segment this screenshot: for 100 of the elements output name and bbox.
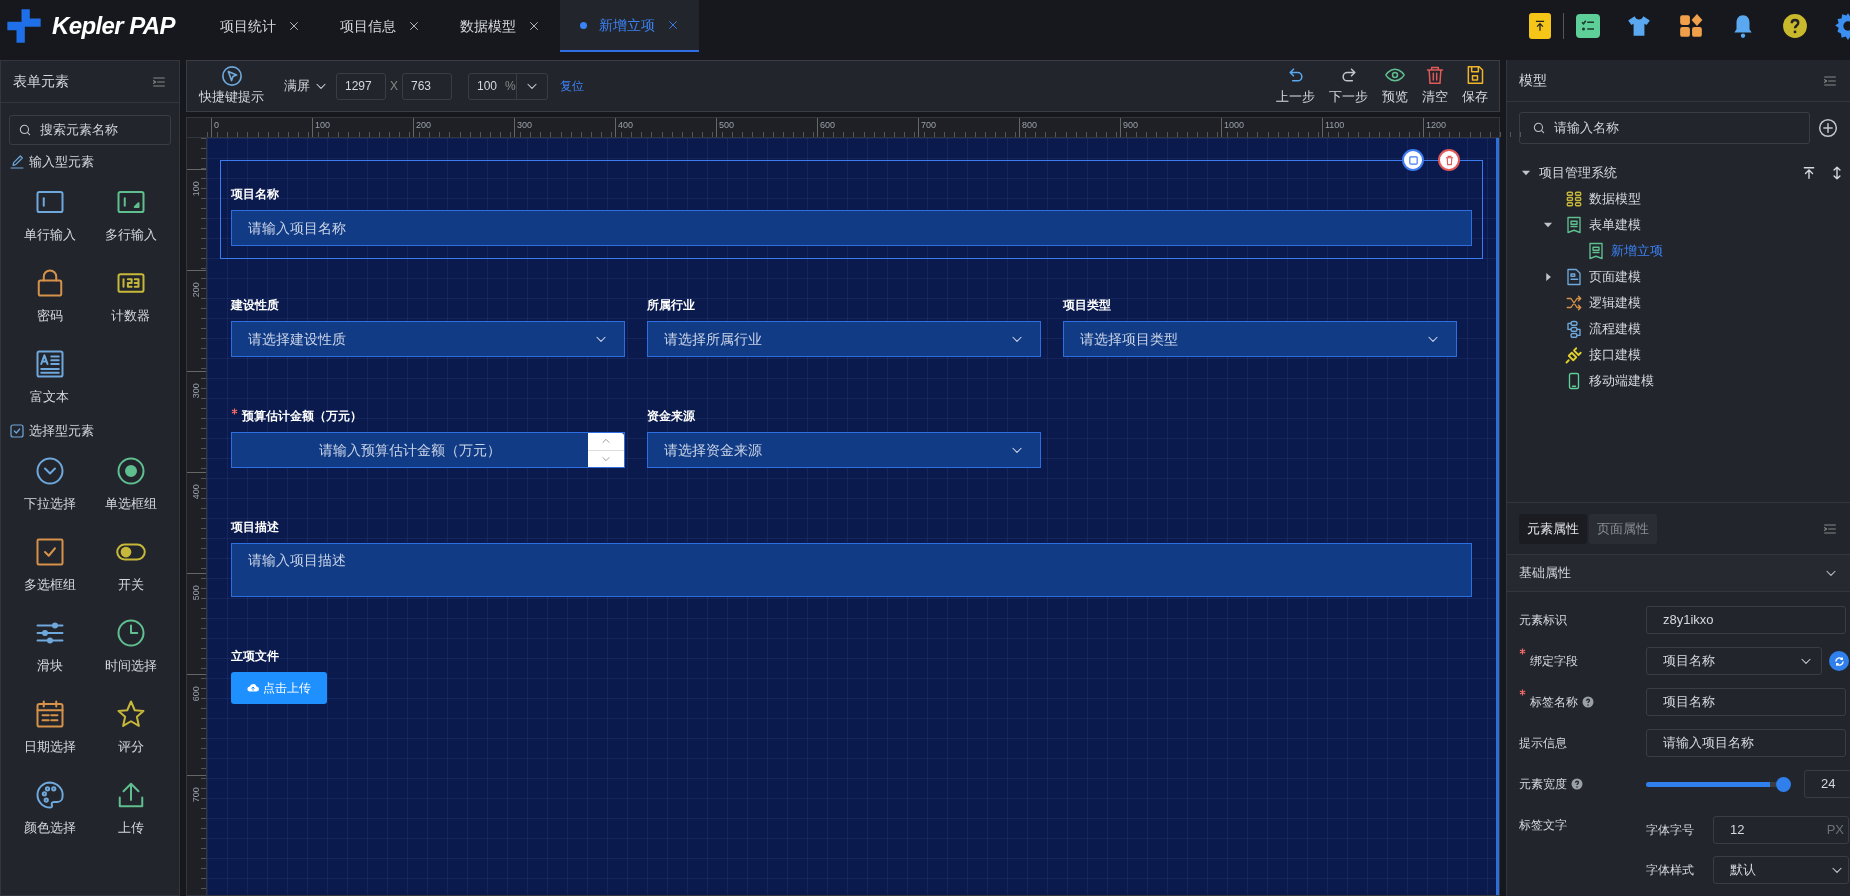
field-label: 所属行业 <box>647 297 695 314</box>
property-select[interactable]: 项目名称 <box>1646 647 1822 675</box>
element-item[interactable]: 多行输入 <box>90 175 171 256</box>
ruler-label: 900 <box>1122 119 1140 132</box>
select-field[interactable]: 请选择所属行业 <box>647 321 1041 357</box>
element-item[interactable]: 单行输入 <box>9 175 90 256</box>
tree-item[interactable]: 接口建模 <box>1589 345 1641 365</box>
property-input[interactable]: 请输入项目名称 <box>1646 729 1846 757</box>
refresh-button[interactable] <box>1829 651 1849 671</box>
element-item[interactable]: 富文本 <box>9 337 90 418</box>
toolbar-button[interactable]: 下一步 <box>1326 65 1371 107</box>
tree-item[interactable]: 项目管理系统 <box>1539 163 1617 183</box>
property-input[interactable]: z8y1ikxo <box>1646 606 1846 634</box>
element-item[interactable]: 多选框组 <box>9 525 90 606</box>
select-field[interactable]: 请选择资金来源 <box>647 432 1041 468</box>
checklist-icon[interactable] <box>1576 14 1600 38</box>
ruler-label: 400 <box>189 483 202 502</box>
tab[interactable]: 项目信息 <box>320 0 440 52</box>
toolbar-button[interactable]: 上一步 <box>1273 65 1318 107</box>
tree-item[interactable]: 数据模型 <box>1589 189 1641 209</box>
tab[interactable]: 数据模型 <box>440 0 560 52</box>
property-select[interactable]: 默认 <box>1713 856 1849 884</box>
tree-item[interactable]: 页面建模 <box>1589 267 1641 287</box>
copy-icon <box>1407 154 1419 166</box>
shirt-icon[interactable] <box>1626 13 1652 39</box>
element-item[interactable]: 密码 <box>9 256 90 337</box>
search-icon <box>18 123 32 137</box>
element-item[interactable]: 单选框组 <box>90 444 171 525</box>
search-field[interactable]: 请输入名称 <box>1519 112 1810 144</box>
field-label: 预算估计金额（万元） <box>242 408 362 425</box>
toolbar-button[interactable]: 预览 <box>1379 65 1411 107</box>
copy-button[interactable] <box>1402 149 1424 171</box>
reset-link[interactable]: 复位 <box>560 77 584 95</box>
shuffle-icon <box>1565 294 1583 312</box>
cloud-upload-icon <box>247 682 259 694</box>
element-item[interactable]: 滑块 <box>9 606 90 687</box>
ruler-label: 600 <box>819 119 837 132</box>
tree-item[interactable]: 逻辑建模 <box>1589 293 1641 313</box>
select-field[interactable]: 请选择项目类型 <box>1063 321 1457 357</box>
checkbox-icon <box>34 536 65 567</box>
element-item[interactable]: 评分 <box>90 687 171 768</box>
element-item[interactable]: 时间选择 <box>90 606 171 687</box>
group-title: 输入型元素 <box>29 153 94 172</box>
delete-button[interactable] <box>1438 149 1460 171</box>
ruler-label: 500 <box>718 119 736 132</box>
tree-item[interactable]: 新增立项 <box>1611 241 1663 261</box>
ruler-label: 1100 <box>1324 119 1346 132</box>
property-tab[interactable]: 元素属性 <box>1519 513 1587 544</box>
dropdown-icon <box>34 455 65 486</box>
tab[interactable]: 新增立项 <box>560 0 699 52</box>
field-label: 项目描述 <box>231 519 279 536</box>
height-field[interactable]: 763 <box>402 72 452 100</box>
element-item[interactable]: 下拉选择 <box>9 444 90 525</box>
property-input[interactable]: 12 PX <box>1713 816 1849 844</box>
tab[interactable]: 项目统计 <box>200 0 320 52</box>
plug-icon <box>1565 346 1583 364</box>
slider-value-field[interactable]: 24 <box>1804 770 1850 798</box>
tree-item[interactable]: 移动端建模 <box>1589 371 1654 391</box>
element-item[interactable]: 计数器 <box>90 256 171 337</box>
ruler-label: 1000 <box>1223 119 1246 132</box>
slider-thumb[interactable] <box>1776 776 1791 792</box>
upload-icon[interactable] <box>1529 13 1551 39</box>
unit-label: PX <box>1826 821 1844 840</box>
toolbar-button[interactable]: 清空 <box>1419 65 1451 107</box>
element-item[interactable]: 日期选择 <box>9 687 90 768</box>
panel-title: 模型 <box>1519 71 1547 90</box>
property-label: 字体样式 <box>1646 862 1695 879</box>
page-icon <box>1565 268 1583 286</box>
close-icon <box>667 19 679 31</box>
search-icon <box>1532 121 1546 135</box>
tree-item[interactable]: 流程建模 <box>1589 319 1641 339</box>
apps-icon[interactable] <box>1678 13 1704 39</box>
tree-item[interactable]: 表单建模 <box>1589 215 1641 235</box>
pencil-icon <box>9 154 25 170</box>
section-header[interactable]: 基础属性 <box>1507 554 1850 592</box>
width-field[interactable]: 1297 <box>336 72 386 100</box>
element-item[interactable]: 开关 <box>90 525 171 606</box>
property-tab[interactable]: 页面属性 <box>1589 513 1657 544</box>
group-title: 选择型元素 <box>29 422 94 441</box>
ruler-label: 0 <box>213 119 220 132</box>
zoom-field[interactable]: 100 % <box>468 72 548 100</box>
element-item[interactable]: 颜色选择 <box>9 768 90 849</box>
help-icon[interactable] <box>1782 13 1808 39</box>
property-label: 元素标识 <box>1519 612 1567 629</box>
form-icon <box>1587 242 1605 260</box>
select-field[interactable]: 请选择建设性质 <box>231 321 625 357</box>
toolbar-button[interactable]: 保存 <box>1459 65 1491 107</box>
trash-icon <box>1443 154 1455 166</box>
element-item[interactable]: 上传 <box>90 768 171 849</box>
text-input[interactable]: 请输入项目名称 <box>231 210 1472 246</box>
radio-icon <box>115 455 146 486</box>
close-icon <box>288 20 300 32</box>
field-label: 项目名称 <box>231 186 279 203</box>
shortcut-button[interactable]: 快捷键提示 <box>195 65 268 107</box>
property-input[interactable]: 项目名称 <box>1646 688 1846 716</box>
search-field[interactable]: 搜索元素名称 <box>9 115 171 145</box>
textarea-field[interactable]: 请输入项目描述 <box>231 543 1472 597</box>
ruler-label: 100 <box>314 119 332 132</box>
screen-mode-dropdown[interactable]: 满屏 <box>284 76 328 96</box>
calendar-icon <box>34 698 65 729</box>
